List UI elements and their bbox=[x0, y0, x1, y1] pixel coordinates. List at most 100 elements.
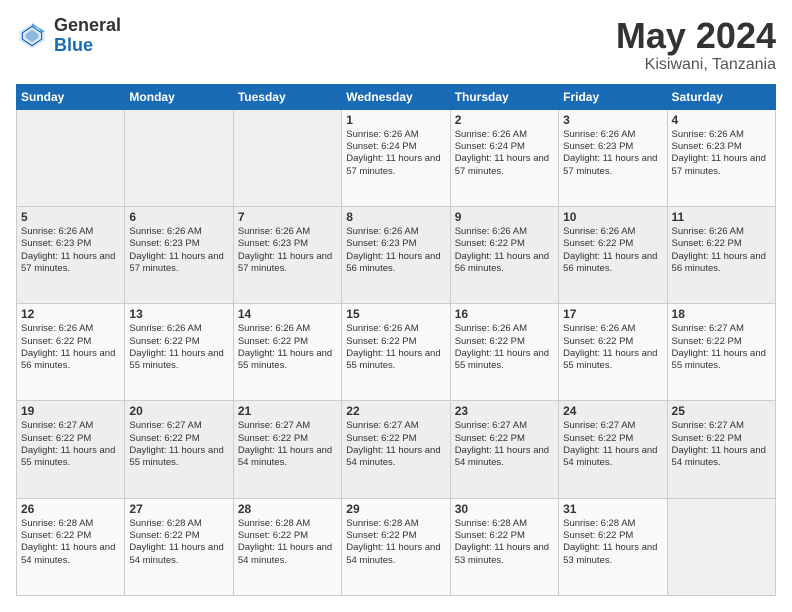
th-wednesday: Wednesday bbox=[342, 84, 450, 109]
table-row: 20Sunrise: 6:27 AMSunset: 6:22 PMDayligh… bbox=[125, 401, 233, 498]
table-row: 22 Sunrise: 6:27 AMSunset: 6:22 PMDayligh… bbox=[342, 401, 450, 498]
table-row: 18 Sunrise: 6:27 AMSunset: 6:22 PMDayligh… bbox=[667, 304, 775, 401]
title-location: Kisiwani, Tanzania bbox=[616, 56, 776, 74]
day-number: 1 bbox=[346, 113, 445, 127]
table-row: 12Sunrise: 6:26 AMSunset: 6:22 PMDayligh… bbox=[17, 304, 125, 401]
day-number: 20 bbox=[129, 404, 228, 418]
day-number: 2 bbox=[455, 113, 554, 127]
th-saturday: Saturday bbox=[667, 84, 775, 109]
day-info: Sunrise: 6:28 AMSunset: 6:22 PMDaylight:… bbox=[455, 518, 554, 567]
table-row: 10 Sunrise: 6:26 AMSunset: 6:22 PMDayligh… bbox=[559, 206, 667, 303]
table-row: 1Sunrise: 6:26 AMSunset: 6:24 PMDaylight… bbox=[342, 109, 450, 206]
day-info: Sunrise: 6:27 AMSunset: 6:22 PMDaylight:… bbox=[672, 323, 771, 372]
calendar-table: Sunday Monday Tuesday Wednesday Thursday… bbox=[16, 84, 776, 596]
table-row: 5 Sunrise: 6:26 AMSunset: 6:23 PMDaylight… bbox=[17, 206, 125, 303]
th-tuesday: Tuesday bbox=[233, 84, 341, 109]
day-number: 14 bbox=[238, 307, 337, 321]
table-row: 29Sunrise: 6:28 AMSunset: 6:22 PMDayligh… bbox=[342, 498, 450, 595]
day-number: 24 bbox=[563, 404, 662, 418]
day-info: Sunrise: 6:26 AMSunset: 6:23 PMDaylight:… bbox=[129, 226, 228, 275]
day-number: 17 bbox=[563, 307, 662, 321]
day-info: Sunrise: 6:27 AMSunset: 6:22 PMDaylight:… bbox=[346, 420, 445, 469]
th-friday: Friday bbox=[559, 84, 667, 109]
table-row: 15 Sunrise: 6:26 AMSunset: 6:22 PMDayligh… bbox=[342, 304, 450, 401]
day-info: Sunrise: 6:26 AMSunset: 6:22 PMDaylight:… bbox=[21, 323, 120, 372]
table-row: 21 Sunrise: 6:27 AMSunset: 6:22 PMDayligh… bbox=[233, 401, 341, 498]
day-number: 19 bbox=[21, 404, 120, 418]
day-info: Sunrise: 6:26 AMSunset: 6:23 PMDaylight:… bbox=[238, 226, 337, 275]
day-number: 13 bbox=[129, 307, 228, 321]
day-info: Sunrise: 6:26 AMSunset: 6:23 PMDaylight:… bbox=[21, 226, 120, 275]
day-info: Sunrise: 6:26 AMSunset: 6:22 PMDaylight:… bbox=[455, 226, 554, 275]
day-number: 10 bbox=[563, 210, 662, 224]
logo-general-text: General bbox=[54, 16, 121, 36]
day-number: 8 bbox=[346, 210, 445, 224]
day-info: Sunrise: 6:28 AMSunset: 6:22 PMDaylight:… bbox=[238, 518, 337, 567]
th-thursday: Thursday bbox=[450, 84, 558, 109]
table-row: 17 Sunrise: 6:26 AMSunset: 6:22 PMDayligh… bbox=[559, 304, 667, 401]
table-row bbox=[667, 498, 775, 595]
day-number: 7 bbox=[238, 210, 337, 224]
day-info: Sunrise: 6:27 AMSunset: 6:22 PMDaylight:… bbox=[21, 420, 120, 469]
day-info: Sunrise: 6:26 AMSunset: 6:23 PMDaylight:… bbox=[563, 129, 662, 178]
calendar-header-row: Sunday Monday Tuesday Wednesday Thursday… bbox=[17, 84, 776, 109]
table-row bbox=[233, 109, 341, 206]
day-info: Sunrise: 6:26 AMSunset: 6:22 PMDaylight:… bbox=[563, 323, 662, 372]
calendar-week-row: 5 Sunrise: 6:26 AMSunset: 6:23 PMDaylight… bbox=[17, 206, 776, 303]
day-number: 18 bbox=[672, 307, 771, 321]
day-number: 22 bbox=[346, 404, 445, 418]
table-row: 27Sunrise: 6:28 AMSunset: 6:22 PMDayligh… bbox=[125, 498, 233, 595]
table-row: 16 Sunrise: 6:26 AMSunset: 6:22 PMDayligh… bbox=[450, 304, 558, 401]
table-row bbox=[17, 109, 125, 206]
table-row: 14 Sunrise: 6:26 AMSunset: 6:22 PMDayligh… bbox=[233, 304, 341, 401]
table-row: 31 Sunrise: 6:28 AMSunset: 6:22 PMDayligh… bbox=[559, 498, 667, 595]
table-row: 8 Sunrise: 6:26 AMSunset: 6:23 PMDaylight… bbox=[342, 206, 450, 303]
table-row: 2 Sunrise: 6:26 AMSunset: 6:24 PMDaylight… bbox=[450, 109, 558, 206]
day-number: 21 bbox=[238, 404, 337, 418]
day-info: Sunrise: 6:27 AMSunset: 6:22 PMDaylight:… bbox=[238, 420, 337, 469]
logo: General Blue bbox=[16, 16, 121, 56]
title-block: May 2024 Kisiwani, Tanzania bbox=[616, 16, 776, 74]
day-info: Sunrise: 6:26 AMSunset: 6:24 PMDaylight:… bbox=[455, 129, 554, 178]
table-row: 28 Sunrise: 6:28 AMSunset: 6:22 PMDayligh… bbox=[233, 498, 341, 595]
day-number: 4 bbox=[672, 113, 771, 127]
table-row bbox=[125, 109, 233, 206]
day-info: Sunrise: 6:28 AMSunset: 6:22 PMDaylight:… bbox=[129, 518, 228, 567]
day-info: Sunrise: 6:26 AMSunset: 6:22 PMDaylight:… bbox=[346, 323, 445, 372]
day-number: 30 bbox=[455, 502, 554, 516]
calendar-week-row: 1 Sunrise: 6:26 AMSunset: 6:24 PMDaylight… bbox=[17, 109, 776, 206]
day-number: 11 bbox=[672, 210, 771, 224]
day-info: Sunrise: 6:27 AMSunset: 6:22 PMDaylight:… bbox=[672, 420, 771, 469]
th-sunday: Sunday bbox=[17, 84, 125, 109]
day-info: Sunrise: 6:26 AMSunset: 6:22 PMDaylight:… bbox=[563, 226, 662, 275]
table-row: 6 Sunrise: 6:26 AMSunset: 6:23 PMDaylight… bbox=[125, 206, 233, 303]
day-info: Sunrise: 6:28 AMSunset: 6:22 PMDaylight:… bbox=[21, 518, 120, 567]
calendar-week-row: 26 Sunrise: 6:28 AMSunset: 6:22 PMDayligh… bbox=[17, 498, 776, 595]
day-number: 3 bbox=[563, 113, 662, 127]
table-row: 30 Sunrise: 6:28 AMSunset: 6:22 PMDayligh… bbox=[450, 498, 558, 595]
day-number: 16 bbox=[455, 307, 554, 321]
day-number: 23 bbox=[455, 404, 554, 418]
title-month: May 2024 bbox=[616, 16, 776, 56]
table-row: 3 Sunrise: 6:26 AMSunset: 6:23 PMDaylight… bbox=[559, 109, 667, 206]
day-number: 25 bbox=[672, 404, 771, 418]
table-row: 4Sunrise: 6:26 AMSunset: 6:23 PMDaylight… bbox=[667, 109, 775, 206]
day-info: Sunrise: 6:26 AMSunset: 6:22 PMDaylight:… bbox=[238, 323, 337, 372]
day-number: 31 bbox=[563, 502, 662, 516]
day-number: 26 bbox=[21, 502, 120, 516]
day-number: 6 bbox=[129, 210, 228, 224]
day-info: Sunrise: 6:28 AMSunset: 6:22 PMDaylight:… bbox=[563, 518, 662, 567]
day-number: 5 bbox=[21, 210, 120, 224]
day-number: 28 bbox=[238, 502, 337, 516]
table-row: 19 Sunrise: 6:27 AMSunset: 6:22 PMDayligh… bbox=[17, 401, 125, 498]
table-row: 23 Sunrise: 6:27 AMSunset: 6:22 PMDayligh… bbox=[450, 401, 558, 498]
day-info: Sunrise: 6:27 AMSunset: 6:22 PMDaylight:… bbox=[455, 420, 554, 469]
table-row: 9 Sunrise: 6:26 AMSunset: 6:22 PMDaylight… bbox=[450, 206, 558, 303]
day-info: Sunrise: 6:26 AMSunset: 6:22 PMDaylight:… bbox=[672, 226, 771, 275]
calendar-week-row: 19 Sunrise: 6:27 AMSunset: 6:22 PMDayligh… bbox=[17, 401, 776, 498]
day-number: 15 bbox=[346, 307, 445, 321]
day-info: Sunrise: 6:26 AMSunset: 6:23 PMDaylight:… bbox=[346, 226, 445, 275]
logo-text: General Blue bbox=[54, 16, 121, 56]
day-info: Sunrise: 6:26 AMSunset: 6:22 PMDaylight:… bbox=[455, 323, 554, 372]
day-number: 9 bbox=[455, 210, 554, 224]
